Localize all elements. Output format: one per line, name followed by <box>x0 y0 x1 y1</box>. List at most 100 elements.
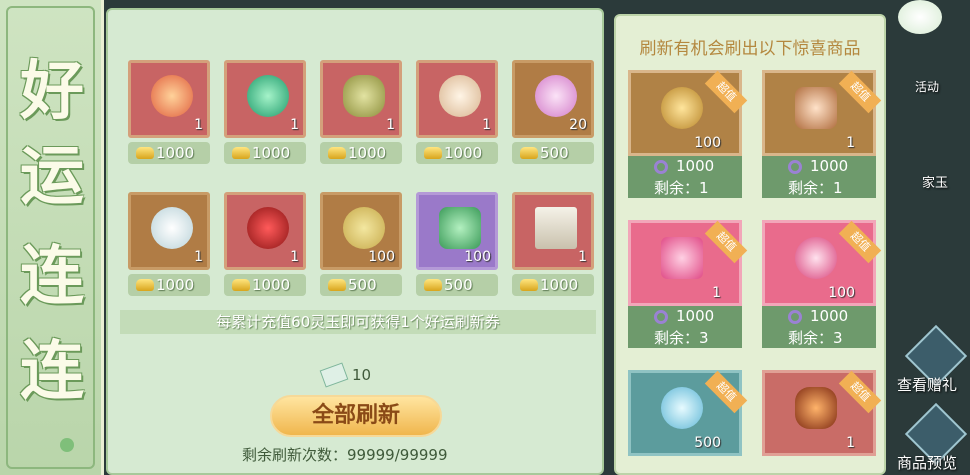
pink-orb-icon <box>795 237 837 279</box>
price-value: 500 <box>540 144 569 162</box>
jade-currency-icon <box>654 160 668 174</box>
jade-currency-icon <box>654 310 668 324</box>
gold-ingot-icon <box>136 279 154 291</box>
price-tag: 1000 <box>128 142 210 164</box>
item-qty: 1 <box>846 435 855 451</box>
item-tile: 1 <box>416 60 498 138</box>
value-ribbon: 超值 <box>838 370 882 414</box>
item-tile: 超值 1 <box>762 370 882 456</box>
remaining-stock: 剩余：3 <box>654 329 709 347</box>
recharge-note: 每累计充值60灵玉即可获得1个好运刷新券 <box>120 310 596 334</box>
product-preview-button[interactable]: 商品预览 <box>892 452 962 473</box>
shop-item-3[interactable]: 1 1000 <box>320 60 402 164</box>
gold-ingot-icon <box>136 147 154 159</box>
price-value: 1000 <box>810 157 849 175</box>
item-tile: 超值 100 <box>762 220 882 306</box>
title-char-3: 连 <box>20 240 84 314</box>
item-info: 1000 剩余：1 <box>628 156 742 198</box>
price-tag: 500 <box>320 274 402 296</box>
price-tag: 500 <box>416 274 498 296</box>
view-gifts-button[interactable]: 查看赠礼 <box>892 374 962 395</box>
gold-ingot-icon <box>328 147 346 159</box>
shop-item-4[interactable]: 1 1000 <box>416 60 498 164</box>
price-tag: 1000 <box>512 274 594 296</box>
shop-item-5[interactable]: 20 500 <box>512 60 594 164</box>
crystal-icon <box>439 207 481 249</box>
jade-stone-icon <box>343 75 385 117</box>
value-ribbon: 超值 <box>838 220 882 264</box>
price-value: 1000 <box>156 276 195 294</box>
price-value: 1000 <box>810 307 849 325</box>
shop-item-1[interactable]: 1 1000 <box>128 60 210 164</box>
surprise-item-1[interactable]: 超值 100 1000 剩余：1 <box>628 70 748 198</box>
golden-ring-icon <box>661 87 703 129</box>
price-value: 500 <box>444 276 473 294</box>
price-value: 1000 <box>676 307 715 325</box>
jade-currency-icon <box>788 310 802 324</box>
item-tile: 超值 1 <box>762 70 882 156</box>
gold-ingot-icon <box>424 147 442 159</box>
book-icon <box>535 207 577 249</box>
item-qty: 1 <box>290 249 299 265</box>
item-tile: 超值 1 <box>628 220 748 306</box>
ginseng-doll-icon <box>343 207 385 249</box>
surprise-header: 刷新有机会刷出以下惊喜商品 <box>639 39 861 59</box>
item-tile: 超值 500 <box>628 370 748 456</box>
item-tile: 1 <box>512 192 594 270</box>
item-tile: 1 <box>128 192 210 270</box>
item-qty: 100 <box>694 135 721 151</box>
activity-label[interactable]: 活动 <box>902 78 952 95</box>
value-ribbon: 超值 <box>704 370 748 414</box>
refresh-all-button[interactable]: 全部刷新 <box>270 395 442 437</box>
item-qty: 1 <box>194 249 203 265</box>
remaining-stock: 剩余：1 <box>654 179 709 197</box>
shop-item-10[interactable]: 1 1000 <box>512 192 594 296</box>
title-char-4: 连 <box>20 335 84 409</box>
shop-item-9[interactable]: 100 500 <box>416 192 498 296</box>
title-char-2: 运 <box>20 140 84 214</box>
price-value: 1000 <box>444 144 483 162</box>
value-ribbon: 超值 <box>704 70 748 114</box>
price-value: 1000 <box>540 276 579 294</box>
item-tile: 20 <box>512 60 594 138</box>
gold-ingot-icon <box>520 279 538 291</box>
clover-icon <box>60 438 74 452</box>
lotus-icon <box>151 207 193 249</box>
hidden-side-label[interactable]: 家玉 <box>910 172 960 191</box>
surprise-item-5[interactable]: 超值 500 <box>628 370 748 456</box>
surprise-item-2[interactable]: 超值 1 1000 剩余：1 <box>762 70 882 198</box>
gold-ingot-icon <box>328 279 346 291</box>
shop-item-2[interactable]: 1 1000 <box>224 60 306 164</box>
gold-ingot-icon <box>232 279 250 291</box>
shop-item-7[interactable]: 1 1000 <box>224 192 306 296</box>
clover-icon <box>898 0 942 34</box>
item-tile: 1 <box>224 192 306 270</box>
item-qty: 20 <box>569 117 587 133</box>
shop-item-6[interactable]: 1 1000 <box>128 192 210 296</box>
price-tag: 1000 <box>224 142 306 164</box>
item-qty: 1 <box>482 117 491 133</box>
ticket-count: 10 <box>352 366 372 384</box>
jade-orb-icon <box>247 75 289 117</box>
item-tile: 1 <box>128 60 210 138</box>
flower-icon <box>535 75 577 117</box>
treasure-box-icon <box>795 87 837 129</box>
surprise-item-3[interactable]: 超值 1 1000 剩余：3 <box>628 220 748 348</box>
item-qty: 100 <box>368 249 395 265</box>
item-tile: 1 <box>224 60 306 138</box>
gold-ingot-icon <box>424 279 442 291</box>
surprise-item-6[interactable]: 超值 1 <box>762 370 882 456</box>
surprise-item-4[interactable]: 超值 100 1000 剩余：3 <box>762 220 882 348</box>
price-value: 1000 <box>676 157 715 175</box>
title-banner: 好 运 连 连 <box>0 0 104 475</box>
item-tile: 100 <box>416 192 498 270</box>
price-tag: 1000 <box>320 142 402 164</box>
shop-item-8[interactable]: 100 500 <box>320 192 402 296</box>
item-qty: 1 <box>846 135 855 151</box>
price-tag: 1000 <box>224 274 306 296</box>
item-tile: 100 <box>320 192 402 270</box>
price-value: 1000 <box>252 276 291 294</box>
price-value: 500 <box>348 276 377 294</box>
value-ribbon: 超值 <box>838 70 882 114</box>
remaining-stock: 剩余：3 <box>788 329 843 347</box>
